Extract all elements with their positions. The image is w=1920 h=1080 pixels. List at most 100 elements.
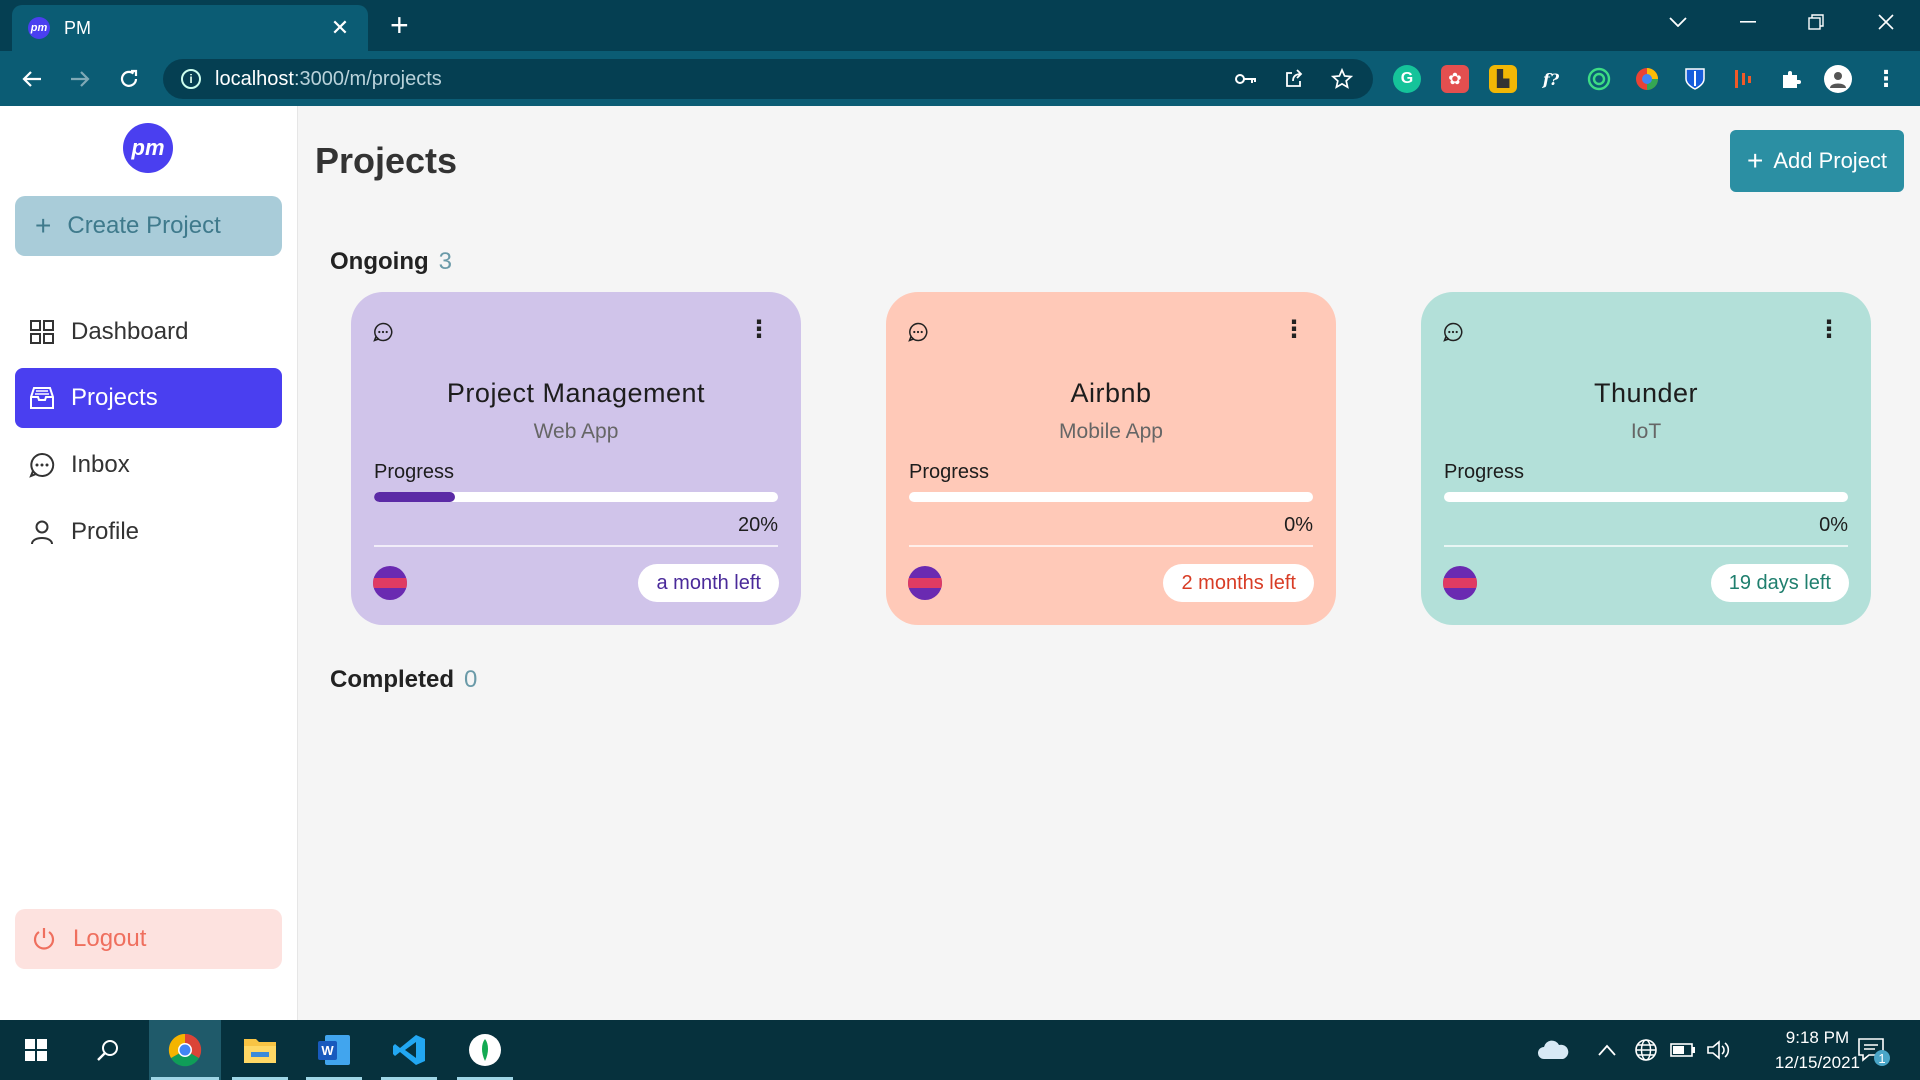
reload-icon[interactable]: [113, 63, 145, 95]
progress-label: Progress: [1444, 461, 1525, 483]
project-card[interactable]: ⋮ Project Management Web App Progress 20% a m…: [351, 292, 801, 625]
progress-percent: 20%: [737, 514, 778, 536]
avatar[interactable]: [908, 566, 942, 600]
puzzle-icon[interactable]: [1777, 65, 1805, 93]
site-info-icon[interactable]: i: [181, 69, 201, 89]
windows-start-icon[interactable]: [6, 1020, 66, 1080]
mongodb-compass-icon[interactable]: [455, 1020, 515, 1080]
volume-icon[interactable]: [1706, 1020, 1730, 1080]
progress-percent: 0%: [1819, 514, 1848, 536]
restore-icon[interactable]: [1792, 0, 1840, 44]
whatfont-icon[interactable]: f?: [1537, 65, 1565, 93]
create-project-button[interactable]: + Create Project: [15, 196, 282, 256]
word-icon[interactable]: W: [304, 1020, 364, 1080]
extension-target-icon[interactable]: [1585, 65, 1613, 93]
power-icon: [31, 926, 57, 952]
avatar[interactable]: [373, 566, 407, 600]
add-project-button[interactable]: + Add Project: [1730, 130, 1904, 192]
project-name: Thunder: [1593, 378, 1699, 408]
comment-icon[interactable]: [1443, 322, 1463, 347]
grid-icon: [29, 319, 55, 345]
divider: [909, 545, 1313, 547]
extension-color-icon[interactable]: [1633, 65, 1661, 93]
due-badge: a month left: [638, 564, 779, 602]
sidebar-item-projects[interactable]: Projects: [15, 368, 282, 428]
ongoing-count: 3: [438, 248, 452, 275]
browser-toolbar: i localhost:3000/m/projects G ✿ ▙ f? ⋮: [0, 51, 1920, 106]
project-card[interactable]: ⋮ Thunder IoT Progress 0% 19 days left: [1421, 292, 1871, 625]
tab-title: PM: [64, 17, 91, 38]
completed-heading: Completed 0: [330, 666, 478, 693]
battery-icon[interactable]: [1670, 1020, 1696, 1080]
chat-icon: [29, 452, 55, 478]
new-tab-icon[interactable]: +: [390, 8, 409, 42]
windows-taskbar: W 9:18 PM 12/15/2021 1: [0, 1020, 1920, 1080]
sidebar-item-label: Dashboard: [71, 318, 189, 345]
sidebar-item-inbox[interactable]: Inbox: [15, 435, 282, 495]
more-options-icon[interactable]: ⋮: [747, 318, 771, 342]
project-type: Web App: [533, 420, 619, 443]
due-badge: 2 months left: [1163, 564, 1314, 602]
browser-tab[interactable]: pm PM ✕: [12, 5, 368, 51]
sidebar-item-dashboard[interactable]: Dashboard: [15, 302, 282, 362]
project-name: Project Management: [446, 378, 706, 408]
plus-icon: +: [1746, 145, 1764, 176]
close-window-icon[interactable]: [1862, 0, 1910, 44]
file-explorer-icon[interactable]: [230, 1020, 290, 1080]
share-icon[interactable]: [1281, 67, 1307, 91]
progress-fill: [374, 492, 455, 502]
extension-red-icon[interactable]: ✿: [1441, 65, 1469, 93]
back-icon[interactable]: [16, 63, 48, 95]
comment-icon[interactable]: [908, 322, 928, 347]
bookmark-star-icon[interactable]: [1329, 67, 1355, 91]
notifications-icon[interactable]: 1: [1856, 1020, 1890, 1080]
close-tab-icon[interactable]: ✕: [328, 15, 352, 41]
bitwarden-icon[interactable]: [1681, 65, 1709, 93]
project-name: Airbnb: [1070, 378, 1152, 408]
project-card[interactable]: ⋮ Airbnb Mobile App Progress 0% 2 months left: [886, 292, 1336, 625]
more-options-icon[interactable]: ⋮: [1817, 318, 1841, 342]
sidebar-item-label: Inbox: [71, 451, 130, 478]
grammarly-icon[interactable]: G: [1393, 65, 1421, 93]
divider: [374, 545, 778, 547]
due-badge: 19 days left: [1710, 564, 1849, 602]
app-logo[interactable]: pm: [123, 123, 173, 173]
clock-date: 12/15/2021: [1774, 1053, 1860, 1072]
main-content: Projects + Add Project Ongoing 3 ⋮ Project…: [299, 106, 1920, 1020]
sidebar-item-label: Profile: [71, 518, 140, 545]
globe-icon[interactable]: [1634, 1020, 1658, 1080]
sidebar-item-label: Projects: [71, 384, 158, 411]
address-bar[interactable]: i localhost:3000/m/projects: [163, 59, 1373, 99]
progress-label: Progress: [374, 461, 455, 483]
progress-bar: [1444, 492, 1848, 502]
minimize-icon[interactable]: [1724, 0, 1772, 44]
extension-bars-icon[interactable]: [1729, 65, 1757, 93]
clock-time: 9:18 PM: [1785, 1028, 1850, 1047]
sidebar-item-profile[interactable]: Profile: [15, 502, 282, 562]
extension-yellow-icon[interactable]: ▙: [1489, 65, 1517, 93]
forward-icon[interactable]: [64, 63, 96, 95]
browser-tab-bar: pm PM ✕ +: [0, 0, 1920, 51]
profile-icon[interactable]: [1824, 65, 1852, 93]
key-icon[interactable]: [1233, 67, 1259, 91]
system-clock[interactable]: 9:18 PM 12/15/2021: [1775, 1025, 1860, 1075]
comment-icon[interactable]: [373, 322, 393, 347]
divider: [1444, 545, 1848, 547]
vscode-icon[interactable]: [379, 1020, 439, 1080]
chrome-taskbar-icon[interactable]: [149, 1020, 221, 1080]
sidebar: pm + Create Project Dashboard Projects I…: [0, 106, 298, 1020]
tab-search-icon[interactable]: [1654, 0, 1702, 44]
favicon: pm: [28, 17, 50, 39]
more-options-icon[interactable]: ⋮: [1282, 318, 1306, 342]
logout-button[interactable]: Logout: [15, 909, 282, 969]
progress-label: Progress: [909, 461, 990, 483]
chrome-menu-icon[interactable]: ⋮: [1872, 65, 1900, 93]
onedrive-icon[interactable]: [1536, 1020, 1570, 1080]
avatar[interactable]: [1443, 566, 1477, 600]
url-text: localhost:3000/m/projects: [215, 67, 442, 90]
chevron-up-icon[interactable]: [1598, 1020, 1616, 1080]
search-icon[interactable]: [78, 1020, 138, 1080]
logout-label: Logout: [73, 925, 147, 952]
folder-icon: [29, 385, 55, 411]
project-type: Mobile App: [1059, 420, 1163, 443]
